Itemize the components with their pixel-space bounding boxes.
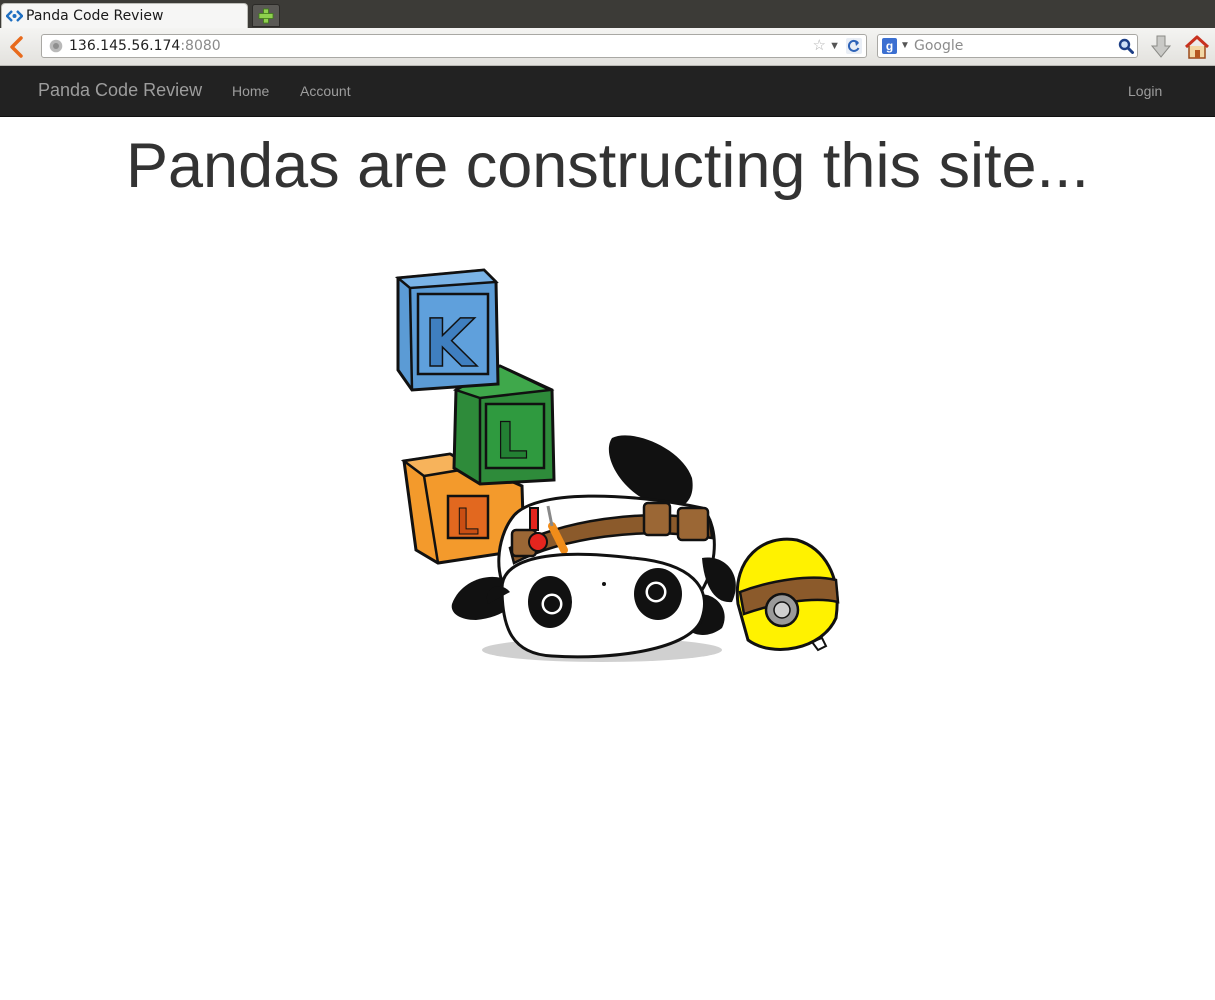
back-arrow-icon[interactable] xyxy=(6,36,28,58)
url-host: 136.145.56.174 xyxy=(69,38,181,54)
blue-block: K xyxy=(394,268,500,392)
download-icon[interactable] xyxy=(1150,34,1172,60)
block-letter-blue: K xyxy=(424,305,478,382)
new-tab-button[interactable] xyxy=(252,4,280,27)
star-icon[interactable]: ☆ xyxy=(813,38,826,54)
browser-toolbar: 136.145.56.174:8080 ☆ ▼ g ▼ Google xyxy=(0,28,1215,66)
site-navbar: Panda Code Review Home Account Login xyxy=(0,66,1215,117)
reload-icon[interactable] xyxy=(846,38,862,54)
browser-tab[interactable]: Panda Code Review xyxy=(1,3,248,28)
nav-account-link[interactable]: Account xyxy=(300,83,351,99)
magnifier-icon[interactable] xyxy=(1118,38,1134,54)
nav-login-link[interactable]: Login xyxy=(1128,83,1162,99)
search-bar[interactable]: g ▼ Google xyxy=(877,34,1138,58)
home-icon[interactable] xyxy=(1183,34,1211,60)
plus-icon xyxy=(258,8,274,24)
url-text: 136.145.56.174:8080 xyxy=(69,38,221,54)
globe-icon xyxy=(49,39,63,53)
address-bar[interactable]: 136.145.56.174:8080 ☆ ▼ xyxy=(41,34,867,58)
search-placeholder: Google xyxy=(914,38,964,54)
panda-construction-illustration: L L K xyxy=(394,268,840,662)
page-headline: Pandas are constructing this site... xyxy=(126,131,1089,201)
code-review-favicon-icon xyxy=(6,10,23,22)
history-dropdown-icon[interactable]: ▼ xyxy=(829,38,840,54)
url-port: :8080 xyxy=(180,38,221,54)
tab-title: Panda Code Review xyxy=(26,8,164,24)
browser-tab-strip: Panda Code Review xyxy=(0,0,1215,28)
brand-link[interactable]: Panda Code Review xyxy=(38,80,202,101)
search-engine-dropdown-icon[interactable]: ▼ xyxy=(900,38,910,54)
block-letter-orange: L xyxy=(456,502,479,543)
yellow-helmet xyxy=(735,537,840,652)
block-letter-green: L xyxy=(496,412,528,470)
search-engine-icon[interactable]: g xyxy=(882,38,897,54)
nav-home-link[interactable]: Home xyxy=(232,83,269,99)
